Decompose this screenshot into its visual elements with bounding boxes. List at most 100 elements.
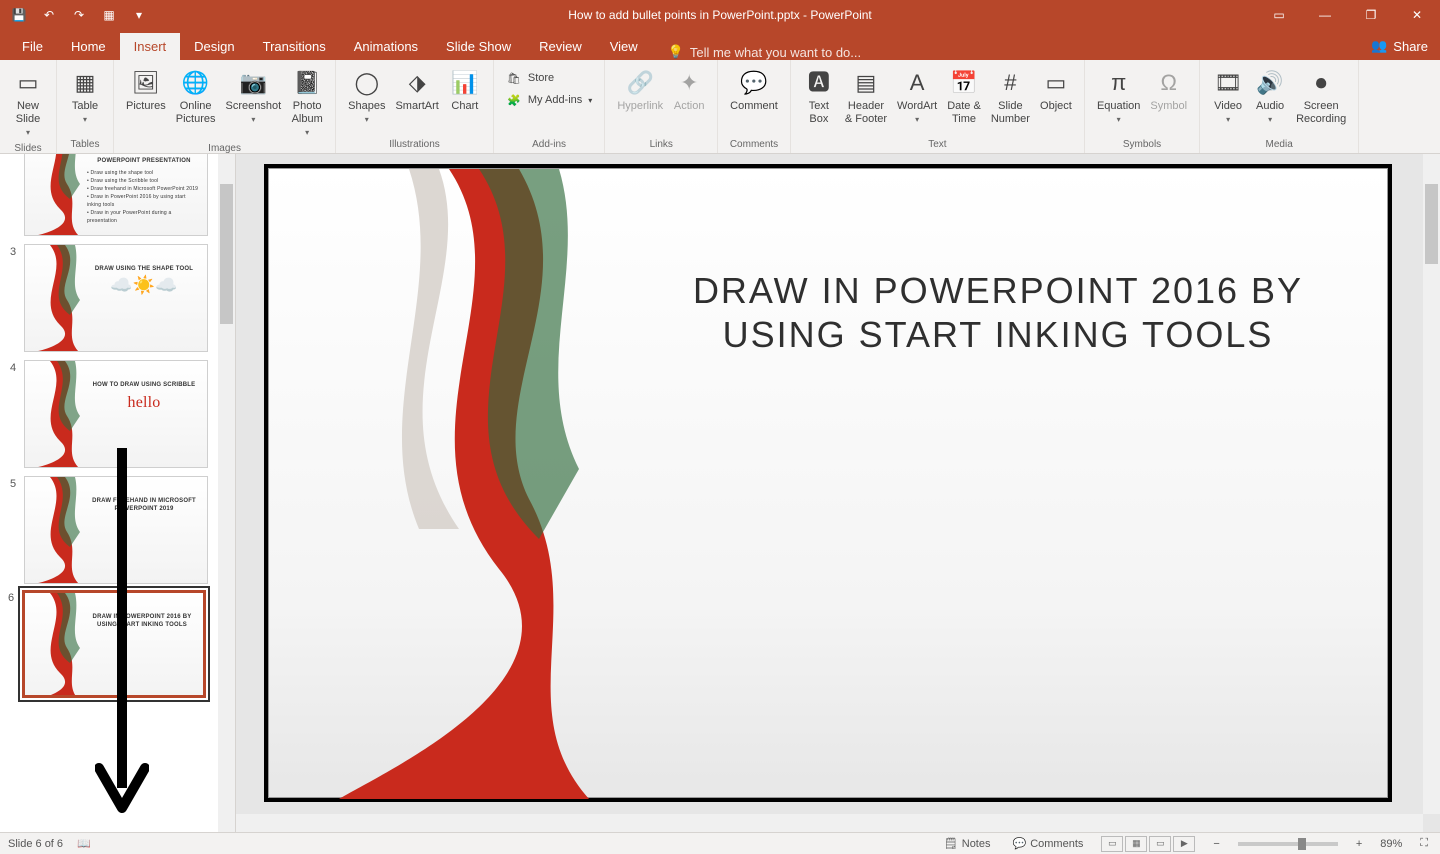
screenshot-button[interactable]: 📷Screenshot▾ (222, 64, 286, 141)
audio-button[interactable]: 🔊Audio▾ (1250, 64, 1290, 137)
screen-recording-button[interactable]: ⏺ScreenRecording (1292, 64, 1350, 137)
share-icon: 👥 (1371, 38, 1387, 54)
slide-thumbnail-4[interactable]: 4HOW TO DRAW USING SCRIBBLEhello (0, 356, 235, 472)
comment-button[interactable]: 💬Comment (726, 64, 782, 137)
text-box-icon: 🅰 (803, 66, 835, 98)
ribbon-group-symbols: πEquation▾ΩSymbolSymbols (1085, 60, 1200, 153)
comments-button[interactable]: 💬 Comments (1009, 837, 1088, 850)
my-addins-button[interactable]: 🧩My Add-ins ▾ (502, 90, 596, 110)
share-button[interactable]: 👥 Share (1359, 32, 1440, 60)
action-icon: ✦ (673, 66, 705, 98)
table-button[interactable]: ▦Table▾ (65, 64, 105, 137)
view-switcher: ▭ ▦ ▭ ▶ (1101, 836, 1195, 852)
thumbnail-scrollbar[interactable] (218, 154, 235, 832)
ribbon-group-images: 🖼Pictures🌐OnlinePictures📷Screenshot▾📓Pho… (114, 60, 336, 153)
window-controls: ▭ — ❐ ✕ (1256, 0, 1440, 30)
slide-title-text[interactable]: DRAW IN POWERPOINT 2016 BY USING START I… (669, 269, 1327, 357)
online-pictures-button[interactable]: 🌐OnlinePictures (172, 64, 220, 141)
tab-design[interactable]: Design (180, 33, 248, 60)
dropdown-icon: ▾ (915, 113, 919, 126)
audio-icon: 🔊 (1254, 66, 1286, 98)
zoom-level[interactable]: 89% (1380, 838, 1402, 850)
redo-icon[interactable]: ↷ (70, 6, 88, 24)
slide-thumbnail-5[interactable]: 5DRAW FREEHAND IN MICROSOFT POWERPOINT 2… (0, 472, 235, 588)
new-slide-icon: ▭ (12, 66, 44, 98)
group-label: Symbols (1093, 137, 1191, 153)
save-icon[interactable]: 💾 (10, 6, 28, 24)
group-label: Comments (726, 137, 782, 153)
tab-file[interactable]: File (8, 33, 57, 60)
minimize-icon[interactable]: — (1302, 0, 1348, 30)
slide-number-button[interactable]: #SlideNumber (987, 64, 1034, 137)
date-time-button[interactable]: 📅Date &Time (943, 64, 985, 137)
slideshow-view-icon[interactable]: ▶ (1173, 836, 1195, 852)
object-icon: ▭ (1040, 66, 1072, 98)
video-button[interactable]: 🎞Video▾ (1208, 64, 1248, 137)
smartart-button[interactable]: ⬗SmartArt (391, 64, 442, 137)
qat-dropdown-icon[interactable]: ▾ (130, 6, 148, 24)
start-from-beginning-icon[interactable]: ▦ (100, 6, 118, 24)
zoom-out-button[interactable]: − (1209, 838, 1223, 850)
tab-slide-show[interactable]: Slide Show (432, 33, 525, 60)
tab-review[interactable]: Review (525, 33, 596, 60)
tell-me-search[interactable]: 💡 Tell me what you want to do... (660, 44, 869, 60)
horizontal-scrollbar[interactable] (236, 814, 1423, 832)
object-button[interactable]: ▭Object (1036, 64, 1076, 137)
title-bar: 💾 ↶ ↷ ▦ ▾ How to add bullet points in Po… (0, 0, 1440, 30)
hyperlink-button: 🔗Hyperlink (613, 64, 667, 137)
slide-canvas[interactable]: DRAW IN POWERPOINT 2016 BY USING START I… (268, 168, 1388, 798)
tab-transitions[interactable]: Transitions (249, 33, 340, 60)
notes-button[interactable]: 🗒 Notes (940, 837, 995, 850)
shapes-icon: ◯ (351, 66, 383, 98)
status-bar: Slide 6 of 6 📖 🗒 Notes 💬 Comments ▭ ▦ ▭ … (0, 832, 1440, 854)
normal-view-icon[interactable]: ▭ (1101, 836, 1123, 852)
maximize-icon[interactable]: ❐ (1348, 0, 1394, 30)
new-slide-button[interactable]: ▭NewSlide▾ (8, 64, 48, 141)
text-box-button[interactable]: 🅰TextBox (799, 64, 839, 137)
pictures-icon: 🖼 (130, 66, 162, 98)
ribbon-group-add-ins: 🛍Store🧩My Add-ins ▾Add-ins (494, 60, 605, 153)
pictures-button[interactable]: 🖼Pictures (122, 64, 170, 141)
zoom-slider[interactable] (1238, 842, 1338, 846)
tab-view[interactable]: View (596, 33, 652, 60)
ribbon-display-options-icon[interactable]: ▭ (1256, 0, 1302, 30)
spellcheck-icon[interactable]: 📖 (77, 837, 91, 850)
slide-thumbnail-3[interactable]: 3DRAW USING THE SHAPE TOOL☁️☀️☁️ (0, 240, 235, 356)
store-button[interactable]: 🛍Store (502, 68, 596, 88)
vertical-scrollbar[interactable] (1423, 154, 1440, 814)
undo-icon[interactable]: ↶ (40, 6, 58, 24)
hyperlink-icon: 🔗 (624, 66, 656, 98)
share-label: Share (1393, 39, 1428, 54)
video-icon: 🎞 (1212, 66, 1244, 98)
tell-me-placeholder: Tell me what you want to do... (690, 45, 861, 60)
shapes-button[interactable]: ◯Shapes▾ (344, 64, 389, 137)
slide-thumbnail-2[interactable]: 2LEARN HOW TO DRAW IN YOUR POWERPOINT PR… (0, 154, 235, 240)
slide-thumbnail-6[interactable]: 6DRAW IN POWERPOINT 2016 BY USING START … (0, 588, 235, 700)
group-label: Text (799, 137, 1076, 153)
chart-icon: 📊 (449, 66, 481, 98)
zoom-in-button[interactable]: + (1352, 838, 1366, 850)
fit-to-window-icon[interactable]: ⛶ (1416, 837, 1432, 850)
tab-home[interactable]: Home (57, 33, 120, 60)
header-footer-button[interactable]: ▤Header& Footer (841, 64, 891, 137)
sorter-view-icon[interactable]: ▦ (1125, 836, 1147, 852)
tab-insert[interactable]: Insert (120, 33, 181, 60)
group-label: Media (1208, 137, 1350, 153)
slide-ribbon-graphic (329, 169, 609, 799)
close-icon[interactable]: ✕ (1394, 0, 1440, 30)
tab-animations[interactable]: Animations (340, 33, 432, 60)
equation-button[interactable]: πEquation▾ (1093, 64, 1144, 137)
my-addins-icon: 🧩 (506, 92, 522, 108)
dropdown-icon: ▾ (26, 126, 30, 139)
reading-view-icon[interactable]: ▭ (1149, 836, 1171, 852)
group-label: Links (613, 137, 709, 153)
slide-editor-area: DRAW IN POWERPOINT 2016 BY USING START I… (236, 154, 1440, 832)
chart-button[interactable]: 📊Chart (445, 64, 485, 137)
group-label: Tables (65, 137, 105, 153)
slide-number-icon: # (994, 66, 1026, 98)
photo-album-button[interactable]: 📓PhotoAlbum▾ (287, 64, 327, 141)
wordart-button[interactable]: AWordArt▾ (893, 64, 941, 137)
bulb-icon: 💡 (668, 44, 684, 60)
ribbon-group-comments: 💬CommentComments (718, 60, 791, 153)
screenshot-icon: 📷 (237, 66, 269, 98)
